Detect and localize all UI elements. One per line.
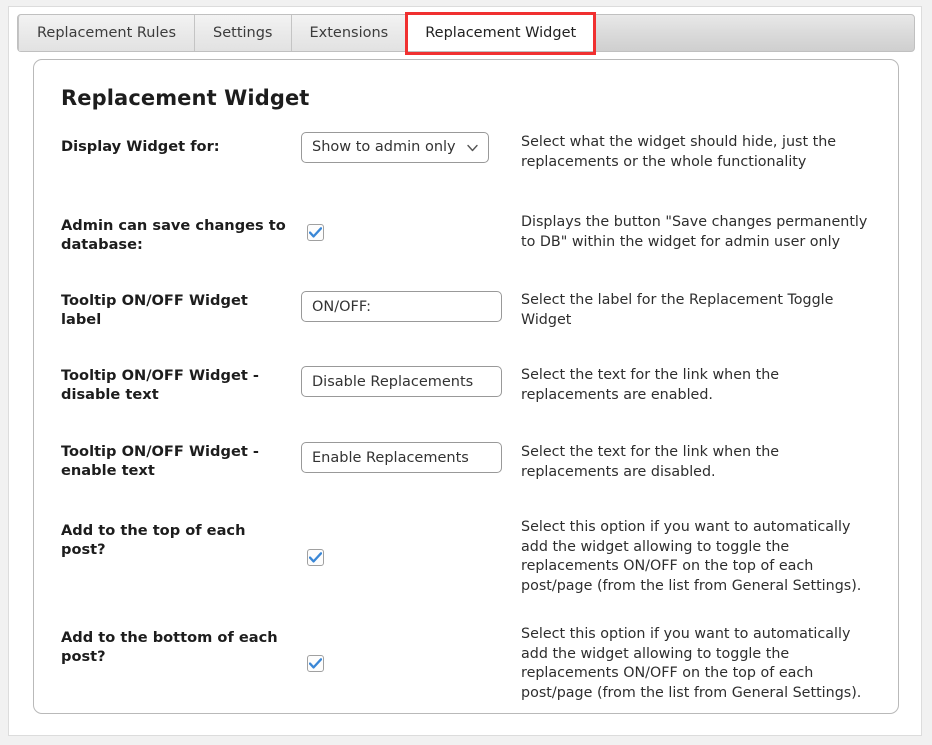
setting-label: Add to the top of each post? xyxy=(61,522,246,558)
add-to-top-checkbox[interactable] xyxy=(307,549,324,566)
tab-label: Replacement Widget xyxy=(425,25,577,41)
setting-control xyxy=(301,210,521,242)
settings-card: Replacement Widget Display Widget for: S… xyxy=(33,59,899,714)
setting-label: Tooltip ON/OFF Widget - disable text xyxy=(61,367,259,403)
setting-row-tooltip-enable-text: Tooltip ON/OFF Widget - enable text Sele… xyxy=(34,438,898,517)
setting-row-tooltip-label: Tooltip ON/OFF Widget label Select the l… xyxy=(34,287,898,362)
tooltip-disable-text-input[interactable] xyxy=(301,366,502,397)
checkmark-icon xyxy=(309,552,322,563)
setting-label: Tooltip ON/OFF Widget label xyxy=(61,292,248,328)
tab-bar: Replacement Rules Settings Extensions Re… xyxy=(17,12,915,55)
setting-row-add-to-top: Add to the top of each post? Select this… xyxy=(34,517,898,622)
setting-control xyxy=(301,438,521,473)
setting-description: Select the text for the link when the re… xyxy=(521,367,780,403)
plugin-settings-window: Replacement Rules Settings Extensions Re… xyxy=(8,6,922,736)
tab-label: Settings xyxy=(213,25,273,41)
tab-replacement-rules[interactable]: Replacement Rules xyxy=(18,15,196,51)
tab-extensions[interactable]: Extensions xyxy=(291,15,408,51)
setting-row-display-widget-for: Display Widget for: Show to admin only S… xyxy=(34,132,898,210)
setting-label: Admin can save changes to database: xyxy=(61,217,286,253)
setting-label: Display Widget for: xyxy=(61,138,220,155)
tooltip-widget-label-input[interactable] xyxy=(301,291,502,322)
setting-row-admin-save-to-db: Admin can save changes to database: Disp… xyxy=(34,210,898,287)
setting-description: Displays the button "Save changes perman… xyxy=(521,214,868,250)
setting-control xyxy=(301,287,521,322)
setting-control xyxy=(301,517,521,567)
setting-description: Select the label for the Replacement Tog… xyxy=(521,292,834,328)
add-to-bottom-checkbox[interactable] xyxy=(307,655,324,672)
settings-form: Display Widget for: Show to admin only S… xyxy=(34,132,898,717)
setting-description: Select the text for the link when the re… xyxy=(521,444,780,480)
tab-label: Extensions xyxy=(309,25,389,41)
setting-row-tooltip-disable-text: Tooltip ON/OFF Widget - disable text Sel… xyxy=(34,362,898,438)
display-widget-for-select[interactable]: Show to admin only xyxy=(301,132,489,163)
tab-label: Replacement Rules xyxy=(37,25,177,41)
setting-label: Add to the bottom of each post? xyxy=(61,629,278,665)
setting-description: Select this option if you want to automa… xyxy=(521,519,862,594)
checkmark-icon xyxy=(309,658,322,669)
setting-control: Show to admin only xyxy=(301,132,521,163)
admin-save-to-db-checkbox[interactable] xyxy=(307,224,324,241)
setting-control xyxy=(301,622,521,673)
setting-description: Select this option if you want to automa… xyxy=(521,626,862,701)
tab-replacement-widget[interactable]: Replacement Widget xyxy=(405,12,597,55)
display-widget-select-wrap: Show to admin only xyxy=(301,132,489,163)
tab-settings[interactable]: Settings xyxy=(195,15,292,51)
tooltip-enable-text-input[interactable] xyxy=(301,442,502,473)
setting-row-add-to-bottom: Add to the bottom of each post? Select t… xyxy=(34,622,898,717)
setting-description: Select what the widget should hide, just… xyxy=(521,134,837,170)
setting-control xyxy=(301,362,521,397)
checkmark-icon xyxy=(309,227,322,238)
page-title: Replacement Widget xyxy=(61,86,310,110)
setting-label: Tooltip ON/OFF Widget - enable text xyxy=(61,443,259,479)
